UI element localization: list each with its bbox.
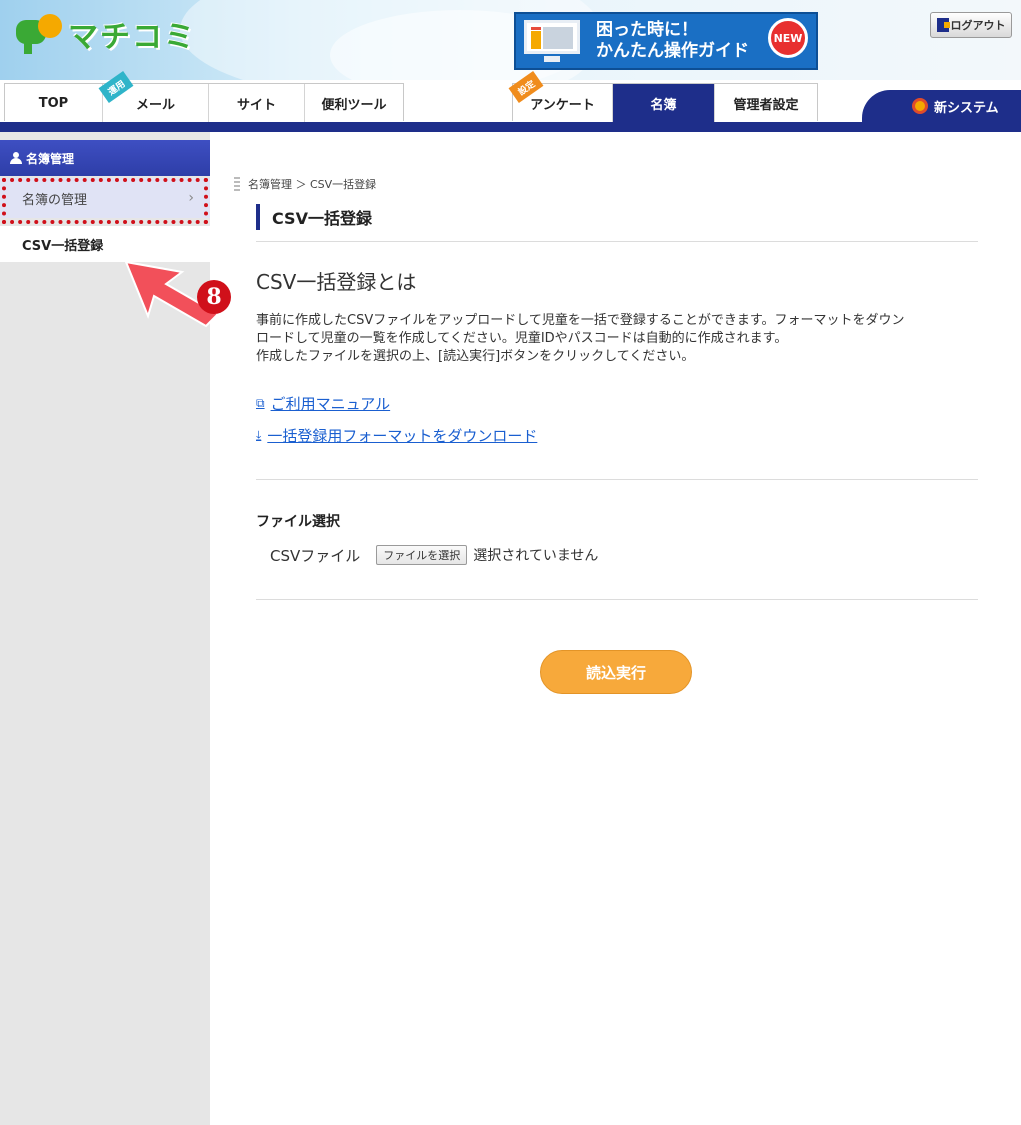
description-line: 作成したファイルを選択の上、[読込実行]ボタンをクリックしてください。 bbox=[256, 349, 695, 364]
new-system-label: 新システム bbox=[934, 100, 999, 116]
tab-survey[interactable]: 設定 アンケート bbox=[508, 71, 613, 122]
header-banner: マチコミ 困った時に！ かんたん操作ガイド NEW ログアウト bbox=[0, 0, 1021, 80]
new-badge: NEW bbox=[768, 18, 808, 58]
gear-icon bbox=[912, 98, 928, 114]
tab-admin-settings[interactable]: 管理者設定 bbox=[715, 84, 817, 122]
manual-link[interactable]: ⧉ ご利用マニュアル bbox=[256, 393, 390, 414]
sidebar-item-label: CSV一括登録 bbox=[22, 238, 104, 254]
description-line: 事前に作成したCSVファイルをアップロードして児童を一括で登録することができます… bbox=[256, 313, 905, 328]
breadcrumb-text: 名簿管理 ＞ CSV一括登録 bbox=[248, 178, 377, 191]
format-link-label: 一括登録用フォーマットをダウンロード bbox=[267, 427, 538, 445]
logo-text: マチコミ bbox=[68, 20, 196, 55]
divider bbox=[256, 241, 978, 242]
guide-banner[interactable]: 困った時に！ かんたん操作ガイド NEW bbox=[514, 12, 818, 70]
external-link-icon: ⧉ bbox=[256, 396, 265, 410]
tab-site-label: サイト bbox=[236, 97, 276, 113]
file-input-row: CSVファイル ファイルを選択 選択されていません bbox=[270, 544, 598, 566]
breadcrumb: 名簿管理 ＞ CSV一括登録 bbox=[234, 176, 376, 192]
logout-icon bbox=[936, 18, 950, 32]
nav-underline bbox=[0, 122, 1021, 132]
app-logo[interactable]: マチコミ bbox=[16, 12, 236, 56]
tab-admin-label: 管理者設定 bbox=[733, 97, 799, 113]
guide-line-2: かんたん操作ガイド bbox=[596, 41, 749, 61]
step-number-badge: 8 bbox=[197, 280, 231, 314]
guide-text: 困った時に！ かんたん操作ガイド bbox=[596, 20, 749, 62]
sidebar-header: 名簿管理 bbox=[0, 140, 210, 176]
sidebar-item-label: 名簿の管理 bbox=[22, 192, 88, 208]
section-heading: CSV一括登録とは bbox=[256, 270, 417, 294]
tab-top[interactable]: TOP bbox=[5, 84, 103, 122]
sidebar-item-roster-manage[interactable]: 名簿の管理 › bbox=[0, 178, 210, 218]
tab-tools[interactable]: 便利ツール bbox=[305, 84, 403, 122]
chevron-right-icon: › bbox=[188, 190, 194, 206]
format-download-link[interactable]: ⤓ 一括登録用フォーマットをダウンロード bbox=[256, 425, 537, 446]
tab-survey-label: アンケート bbox=[530, 97, 595, 113]
monitor-icon bbox=[522, 18, 584, 64]
person-icon bbox=[10, 152, 22, 164]
file-choose-button[interactable]: ファイルを選択 bbox=[376, 545, 468, 565]
grip-icon bbox=[234, 177, 240, 191]
tab-top-label: TOP bbox=[38, 95, 69, 111]
main-nav: TOP 運用 メール サイト 便利ツール 設定 アンケート 名簿 管理者設定 新… bbox=[0, 71, 1021, 122]
file-label: CSVファイル bbox=[270, 546, 361, 565]
logout-button[interactable]: ログアウト bbox=[930, 12, 1012, 38]
file-status: 選択されていません bbox=[473, 548, 599, 564]
sidebar-header-label: 名簿管理 bbox=[26, 151, 75, 166]
file-section-heading: ファイル選択 bbox=[256, 514, 340, 530]
logo-icon bbox=[16, 14, 62, 54]
tab-site[interactable]: サイト bbox=[209, 84, 305, 122]
tab-roster[interactable]: 名簿 bbox=[613, 84, 715, 122]
nav-group-right: 設定 アンケート 名簿 管理者設定 bbox=[508, 71, 818, 122]
sidebar-item-csv-import[interactable]: CSV一括登録 bbox=[0, 226, 210, 262]
download-icon: ⤓ bbox=[256, 428, 262, 442]
description: 事前に作成したCSVファイルをアップロードして児童を一括で登録することができます… bbox=[256, 312, 978, 366]
new-system-button[interactable]: 新システム bbox=[862, 90, 1021, 122]
import-execute-button[interactable]: 読込実行 bbox=[540, 650, 692, 694]
divider bbox=[256, 479, 978, 480]
tab-tools-label: 便利ツール bbox=[321, 97, 387, 113]
description-line: ロードして児童の一覧を作成してください。児童IDやパスコードは自動的に作成されま… bbox=[256, 331, 788, 346]
tab-mail-label: メール bbox=[135, 97, 175, 113]
divider bbox=[256, 599, 978, 600]
tab-roster-label: 名簿 bbox=[650, 97, 677, 113]
page-title: CSV一括登録 bbox=[256, 204, 372, 230]
tab-mail[interactable]: 運用 メール bbox=[98, 71, 209, 122]
logout-label: ログアウト bbox=[950, 19, 1006, 32]
nav-group-left: TOP 運用 メール サイト 便利ツール bbox=[4, 71, 404, 122]
guide-line-1: 困った時に！ bbox=[596, 20, 698, 40]
manual-link-label: ご利用マニュアル bbox=[270, 395, 391, 413]
